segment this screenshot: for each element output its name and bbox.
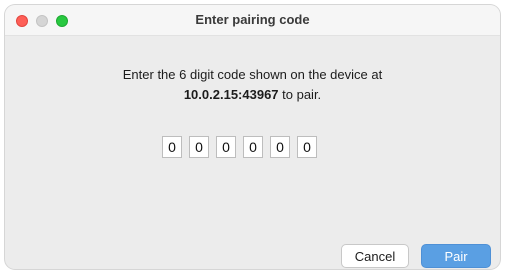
code-digit-5[interactable]: [270, 136, 290, 158]
code-digit-1[interactable]: [162, 136, 182, 158]
cancel-button[interactable]: Cancel: [341, 244, 409, 268]
pairing-dialog: Enter pairing code Enter the 6 digit cod…: [5, 5, 500, 269]
instruction-suffix: to pair.: [278, 87, 322, 102]
code-digit-3[interactable]: [216, 136, 236, 158]
instruction-line-1: Enter the 6 digit code shown on the devi…: [122, 67, 383, 82]
instruction-text: Enter the 6 digit code shown on the devi…: [5, 65, 500, 105]
device-address: 10.0.2.15:43967: [183, 87, 279, 102]
instruction-line-2: 10.0.2.15:43967 to pair.: [5, 85, 500, 105]
code-digit-4[interactable]: [243, 136, 263, 158]
dialog-title: Enter pairing code: [195, 12, 310, 27]
code-digit-2[interactable]: [189, 136, 209, 158]
code-digit-6[interactable]: [297, 136, 317, 158]
pair-button[interactable]: Pair: [421, 244, 491, 268]
title-bar: Enter pairing code: [5, 5, 500, 36]
pairing-code-inputs: [162, 136, 317, 158]
